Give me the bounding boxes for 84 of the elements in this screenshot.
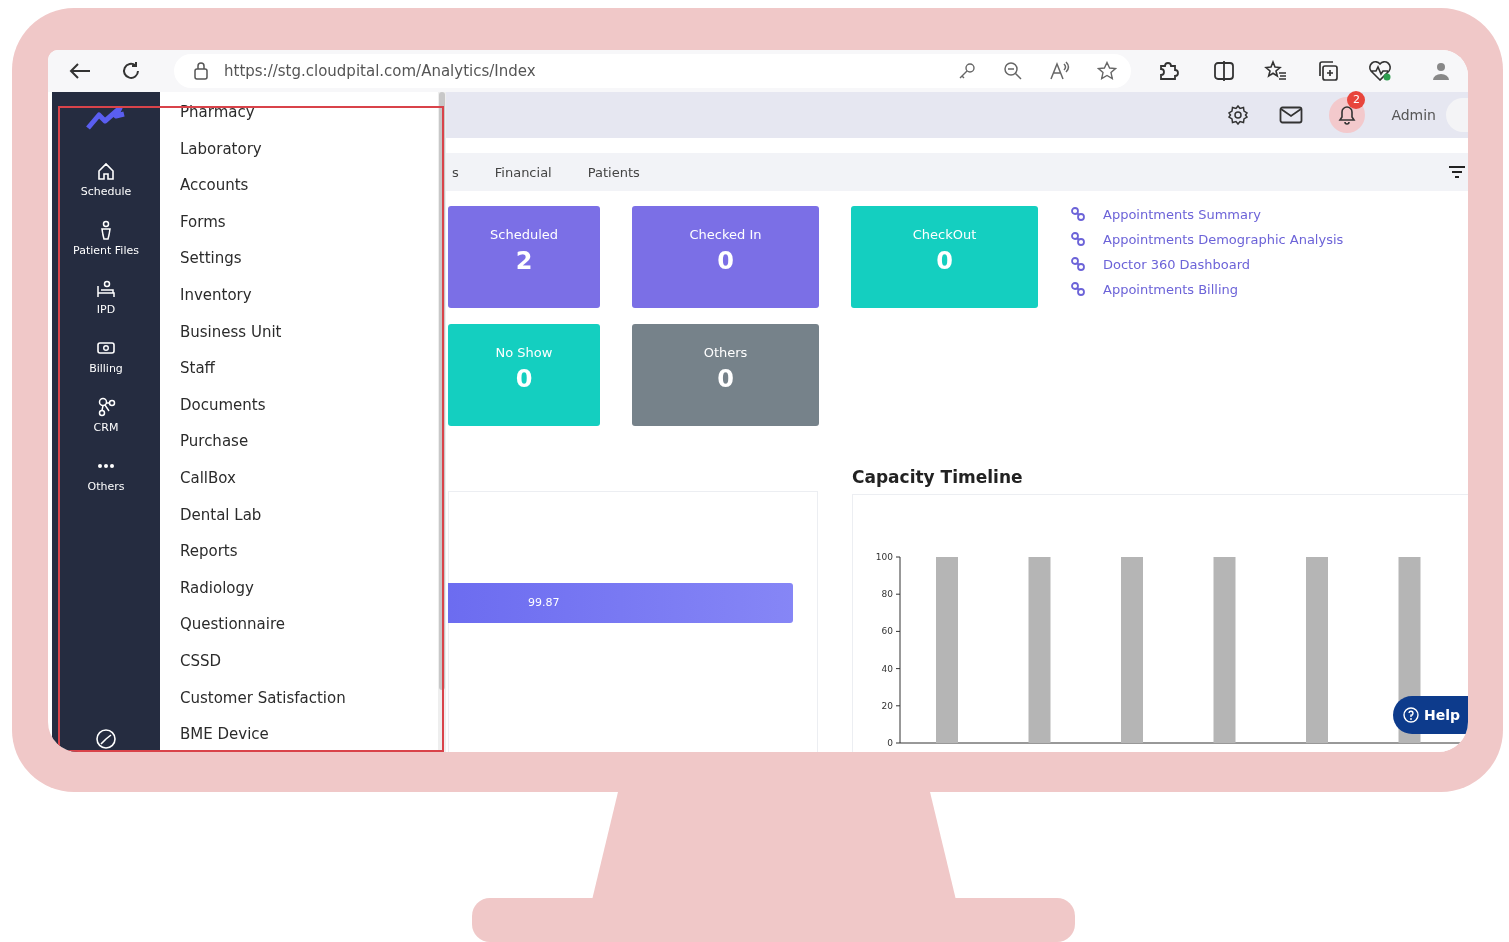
horizontal-bar: 99.87 bbox=[448, 582, 793, 623]
puzzle-icon[interactable] bbox=[1157, 60, 1179, 82]
sidebar-item[interactable]: Schedule bbox=[80, 160, 132, 198]
help-icon bbox=[1402, 707, 1419, 723]
stat-card[interactable]: Scheduled 2 bbox=[448, 206, 600, 308]
filter-icon[interactable] bbox=[1448, 165, 1466, 179]
stat-card[interactable]: Checked In 0 bbox=[632, 206, 819, 308]
report-link[interactable]: Doctor 360 Dashboard bbox=[1103, 256, 1251, 272]
y-tick-label: 100 bbox=[875, 552, 893, 562]
link-icon bbox=[1070, 206, 1086, 222]
sidebar-item[interactable]: Billing bbox=[89, 337, 123, 375]
menu-item[interactable]: Documents bbox=[160, 386, 438, 424]
sidebar-item[interactable]: Others bbox=[87, 455, 125, 493]
menu-item[interactable]: Accounts bbox=[160, 167, 438, 204]
tab[interactable]: s bbox=[452, 154, 459, 190]
key-icon[interactable] bbox=[957, 61, 977, 81]
favorites-icon[interactable] bbox=[1264, 60, 1288, 82]
split-screen-icon[interactable] bbox=[1213, 61, 1235, 81]
y-tick-label: 80 bbox=[881, 589, 893, 600]
menu-item[interactable]: Pharmacy bbox=[160, 94, 438, 131]
home-icon bbox=[95, 160, 117, 182]
menu-item[interactable]: Business Unit bbox=[160, 313, 438, 351]
y-tick-label: 40 bbox=[881, 663, 893, 674]
link-icon bbox=[1070, 281, 1086, 297]
menu-item[interactable]: Customer Satisfaction bbox=[160, 679, 438, 717]
notification-count: 2 bbox=[1347, 91, 1366, 109]
profile-icon[interactable] bbox=[1432, 61, 1450, 81]
stat-value: 0 bbox=[717, 365, 734, 393]
tab[interactable]: Financial bbox=[494, 154, 552, 190]
sidebar-item[interactable]: IPD bbox=[95, 278, 117, 316]
y-tick-label: 20 bbox=[881, 700, 893, 711]
menu-item[interactable]: Inventory bbox=[160, 276, 438, 314]
stat-card[interactable]: Others 0 bbox=[632, 324, 819, 426]
menu-item[interactable]: Laboratory bbox=[160, 130, 438, 168]
stat-label: Checked In bbox=[689, 227, 762, 242]
scrollbar-thumb[interactable] bbox=[439, 92, 445, 690]
reload-icon[interactable] bbox=[120, 60, 142, 82]
url-text: https://stg.cloudpital.com/Analytics/Index bbox=[224, 62, 537, 80]
stat-label: Scheduled bbox=[490, 227, 558, 242]
menu-item[interactable]: Dental Lab bbox=[160, 496, 438, 534]
menu-item[interactable]: Reports bbox=[160, 533, 438, 570]
y-tick-label: 0 bbox=[887, 738, 893, 747]
stat-value: 2 bbox=[515, 247, 533, 275]
stat-label: Others bbox=[703, 345, 748, 360]
menu-item[interactable]: CSSD bbox=[160, 642, 438, 680]
lock-icon[interactable] bbox=[194, 62, 208, 80]
menu-item[interactable]: Forms bbox=[160, 203, 438, 241]
menu-item[interactable]: Questionnaire bbox=[160, 606, 438, 643]
menu-item[interactable]: Purchase bbox=[160, 423, 438, 460]
stat-value: 0 bbox=[515, 365, 533, 393]
report-link[interactable]: Appointments Summary bbox=[1103, 206, 1262, 222]
zoom-out-icon[interactable] bbox=[1003, 61, 1023, 81]
menu-item[interactable]: Settings bbox=[160, 240, 438, 277]
mail-icon[interactable] bbox=[1279, 105, 1304, 125]
star-icon[interactable] bbox=[1097, 61, 1117, 81]
dots-icon bbox=[97, 463, 115, 469]
report-link[interactable]: Appointments Billing bbox=[1103, 281, 1239, 297]
stat-value: 0 bbox=[936, 247, 953, 275]
report-link[interactable]: Appointments Demographic Analysis bbox=[1103, 231, 1344, 247]
address-bar[interactable]: https://stg.cloudpital.com/Analytics/Index bbox=[174, 54, 1131, 88]
collections-icon[interactable] bbox=[1317, 60, 1339, 82]
y-tick-label: 60 bbox=[881, 626, 893, 637]
menu-item[interactable]: Radiology bbox=[160, 569, 438, 607]
help-button[interactable]: Help bbox=[1392, 696, 1468, 734]
settings-icon[interactable] bbox=[1227, 104, 1250, 126]
link-icon bbox=[1070, 231, 1086, 247]
stat-label: CheckOut bbox=[912, 227, 977, 242]
menu-item[interactable]: CallBox bbox=[160, 459, 438, 497]
menu-item[interactable]: BME Device bbox=[160, 716, 438, 752]
bed-icon bbox=[95, 278, 117, 300]
app-logo-icon[interactable] bbox=[86, 106, 126, 132]
stat-label: No Show bbox=[495, 345, 553, 360]
back-icon[interactable] bbox=[68, 61, 92, 81]
heart-pulse-icon[interactable] bbox=[1368, 60, 1392, 82]
sidebar-item[interactable]: CRM bbox=[93, 396, 119, 434]
bell-icon bbox=[1337, 104, 1358, 126]
read-aloud-icon[interactable] bbox=[1049, 61, 1071, 81]
chart-title: Capacity Timeline bbox=[852, 466, 1024, 489]
sidebar-item[interactable]: Patient Files bbox=[73, 219, 139, 257]
tab[interactable]: Patients bbox=[587, 154, 640, 190]
user-name[interactable]: Admin bbox=[1391, 107, 1436, 123]
stat-value: 0 bbox=[717, 247, 734, 275]
menu-item[interactable]: Staff bbox=[160, 350, 438, 387]
link-icon bbox=[1070, 256, 1086, 272]
